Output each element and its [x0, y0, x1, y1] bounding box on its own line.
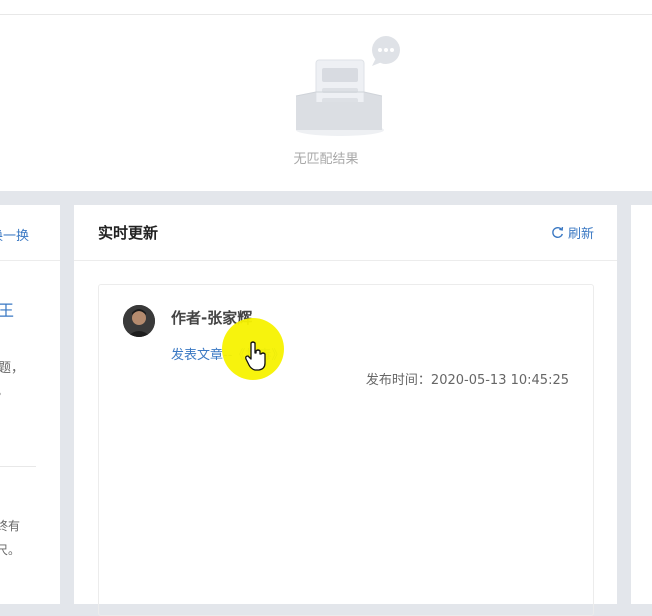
divider [0, 14, 652, 15]
realtime-updates-card: 实时更新 刷新 作者-张家辉 发表文章--《扫毒》 发布时间：2020-05-1… [74, 205, 617, 616]
empty-results-panel: 无匹配结果 [0, 0, 652, 191]
publish-time-label: 发布时间： [365, 373, 431, 388]
left-card: 换一换 王 题， 。 终有 尺。 [0, 205, 60, 604]
refresh-button[interactable]: 刷新 [551, 223, 594, 242]
card-title: 实时更新 [98, 224, 159, 242]
refresh-icon [552, 226, 564, 238]
divider [0, 260, 60, 261]
publish-time: 发布时间：2020-05-13 10:45:25 [366, 369, 569, 388]
left-card-text-fragment: 终有 [0, 519, 21, 533]
left-card-text-fragment: 题， [0, 361, 25, 376]
left-card-text-fragment: 。 [0, 380, 9, 399]
refresh-label: 刷新 [567, 227, 594, 242]
empty-inbox-icon [295, 36, 400, 136]
left-card-text-fragment: 尺。 [0, 543, 21, 557]
swap-button[interactable]: 换一换 [0, 225, 29, 244]
left-card-title-fragment[interactable]: 王 [0, 297, 14, 321]
right-card [631, 205, 652, 604]
card-header: 实时更新 刷新 [74, 205, 617, 261]
avatar [123, 305, 155, 337]
hand-pointer-icon [245, 341, 266, 371]
divider [0, 466, 36, 467]
publish-time-value: 2020-05-13 10:45:25 [430, 373, 569, 388]
list-item: 作者-张家辉 发表文章--《扫毒》 发布时间：2020-05-13 10:45:… [98, 284, 594, 616]
empty-results-text: 无匹配结果 [293, 152, 359, 167]
